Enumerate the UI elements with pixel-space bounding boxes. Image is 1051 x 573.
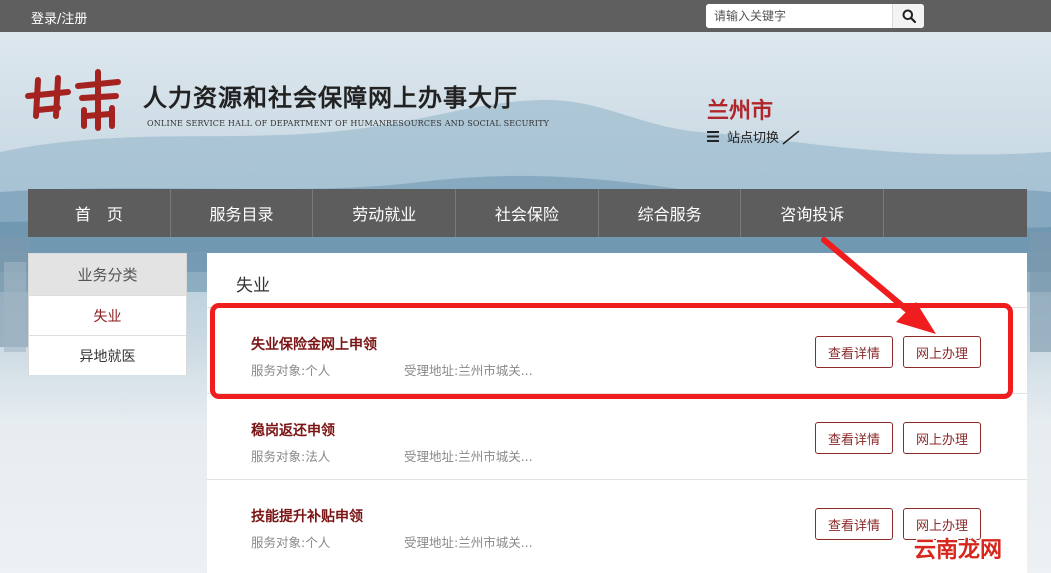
watermark: 云南龙网	[914, 538, 1003, 563]
slash-decoration-icon	[782, 129, 800, 145]
service-title-link[interactable]: 稳岗返还申领	[251, 420, 335, 440]
sidebar-item-unemployment[interactable]: 失业	[29, 295, 186, 335]
nav-item-comprehensive-service[interactable]: 综合服务	[599, 189, 742, 237]
view-details-button[interactable]: 查看详情	[815, 422, 893, 454]
service-target: 服务对象:个人	[251, 535, 331, 550]
site-switch-link[interactable]: 站点切换	[707, 127, 801, 146]
search-box	[706, 4, 924, 28]
menu-icon	[707, 131, 719, 142]
nav-item-service-catalog[interactable]: 服务目录	[171, 189, 314, 237]
nav-item-empty	[884, 189, 1027, 237]
search-icon	[902, 9, 916, 23]
service-address: 受理地址:兰州市城关...	[404, 449, 533, 464]
gansu-calligraphy-logo[interactable]	[24, 66, 124, 132]
main-navigation: 首 页 服务目录 劳动就业 社会保险 综合服务 咨询投诉	[28, 189, 1027, 237]
service-title-link[interactable]: 技能提升补贴申领	[251, 506, 363, 526]
sidebar-heading: 业务分类	[29, 254, 186, 295]
business-category-sidebar: 业务分类 失业 异地就医	[28, 253, 187, 375]
service-target: 服务对象:法人	[251, 449, 331, 464]
nav-item-employment[interactable]: 劳动就业	[313, 189, 457, 237]
red-highlight-annotation	[210, 303, 1013, 399]
site-switch-label: 站点切换	[727, 131, 780, 146]
search-input[interactable]	[706, 4, 892, 28]
search-button[interactable]	[892, 4, 924, 28]
site-subtitle: ONLINE SERVICE HALL OF DEPARTMENT OF HUM…	[147, 119, 550, 128]
top-bar: 登录/注册	[0, 0, 1051, 32]
sidebar-item-remote-medical[interactable]: 异地就医	[29, 335, 186, 375]
list-item: 稳岗返还申领 服务对象:法人 受理地址:兰州市城关... 查看详情 网上办理	[207, 393, 1027, 478]
view-details-button[interactable]: 查看详情	[815, 508, 893, 540]
nav-item-home[interactable]: 首 页	[28, 189, 171, 237]
city-name: 兰州市	[707, 99, 774, 124]
nav-item-social-insurance[interactable]: 社会保险	[456, 189, 599, 237]
nav-item-consult-complaint[interactable]: 咨询投诉	[741, 189, 885, 237]
service-list-panel: 失业 失业保险金网上申领 服务对象:个人 受理地址:兰州市城关... 查看详情 …	[207, 253, 1027, 573]
service-address: 受理地址:兰州市城关...	[404, 535, 533, 550]
list-item: 技能提升补贴申领 服务对象:个人 受理地址:兰州市城关... 查看详情 网上办理	[207, 479, 1027, 564]
online-apply-button[interactable]: 网上办理	[903, 422, 981, 454]
login-register-link[interactable]: 登录/注册	[31, 8, 87, 27]
panel-title: 失业	[236, 276, 270, 296]
site-title: 人力资源和社会保障网上办事大厅	[143, 83, 518, 112]
